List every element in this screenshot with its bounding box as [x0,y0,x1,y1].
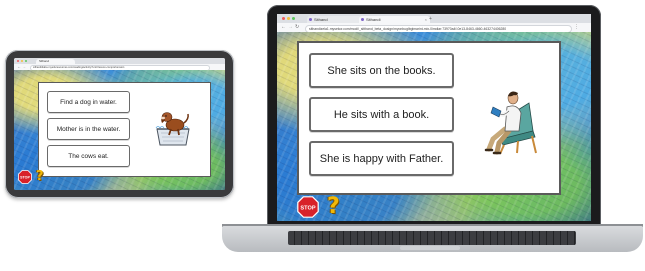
laptop-answer-option-2[interactable]: He sits with a book. [309,97,454,132]
laptop-answer-option-1[interactable]: She sits on the books. [309,53,454,88]
tablet-stop-label: STOP [20,176,30,180]
laptop-help-question-mark-icon[interactable]: ? [327,196,340,218]
laptop-keyboard [288,231,576,245]
forward-arrow-icon[interactable]: → [288,23,293,32]
tablet-answer-option-1[interactable]: Find a dog in water. [47,91,130,113]
laptop-tab-label-1: Sithand [314,17,328,22]
tablet-answer-option-2[interactable]: Mother is in the water. [47,118,130,140]
answer-text: The cows eat. [68,152,109,160]
tablet-stop-button[interactable]: STOP [18,170,32,184]
answer-text: Mother is in the water. [56,125,121,133]
dog-in-tub-picture [155,112,190,146]
laptop-stop-button[interactable]: STOP [297,196,319,218]
tablet-device: Silhand ← → silhandidaba.myeduresources.… [5,50,234,198]
laptop-screen: Sithand Sithandi × + ← → ↻ sithandizela1… [277,14,591,221]
laptop-question-card: She sits on the books. He sits with a bo… [297,41,561,195]
close-tab-icon[interactable]: × [425,16,427,23]
laptop-lid: Sithand Sithandi × + ← → ↻ sithandizela1… [267,5,601,227]
new-tab-icon[interactable]: + [429,15,432,23]
tablet-screen: Silhand ← → silhandidaba.myeduresources.… [14,58,225,190]
answer-text: He sits with a book. [333,108,430,121]
tablet-tab-label: Silhand [39,59,50,63]
tab-favicon-icon [309,18,312,21]
laptop-browser-tab-1[interactable]: Sithand [307,16,362,23]
laptop-url-text: sithandizela1.mysekor.com/modi/_sitthand… [309,26,507,31]
answer-text: She sits on the books. [327,64,436,77]
minimize-window-icon[interactable] [21,60,23,62]
laptop-tab-bar: Sithand Sithandi × + [277,14,591,23]
close-window-icon[interactable] [282,17,285,20]
laptop-stop-label: STOP [300,205,315,211]
tablet-url-text: silhandidaba.myeduresources.com/reading/… [33,66,125,69]
reload-icon[interactable]: ↻ [295,23,299,32]
maximize-window-icon[interactable] [292,17,295,20]
man-reading-in-chair-picture [484,91,537,155]
tablet-question-card: Find a dog in water. Mother is in the wa… [38,82,211,177]
back-arrow-icon[interactable]: ← [281,23,286,32]
answer-text: Find a dog in water. [60,98,117,106]
laptop-tab-label-2: Sithandi [366,17,381,22]
answer-text: She is happy with Father. [319,152,444,165]
tablet-help-question-mark-icon[interactable]: ? [36,170,44,183]
tablet-answer-option-3[interactable]: The cows eat. [47,145,130,167]
laptop-trackpad [400,246,460,250]
tab-favicon-icon [361,18,364,21]
browser-menu-icon[interactable]: ⋮ [574,23,579,32]
laptop-browser-tab-2[interactable]: Sithandi × [359,16,430,23]
minimize-window-icon[interactable] [287,17,290,20]
close-window-icon[interactable] [17,60,19,62]
maximize-window-icon[interactable] [25,60,27,62]
laptop-answer-option-3[interactable]: She is happy with Father. [309,141,454,176]
